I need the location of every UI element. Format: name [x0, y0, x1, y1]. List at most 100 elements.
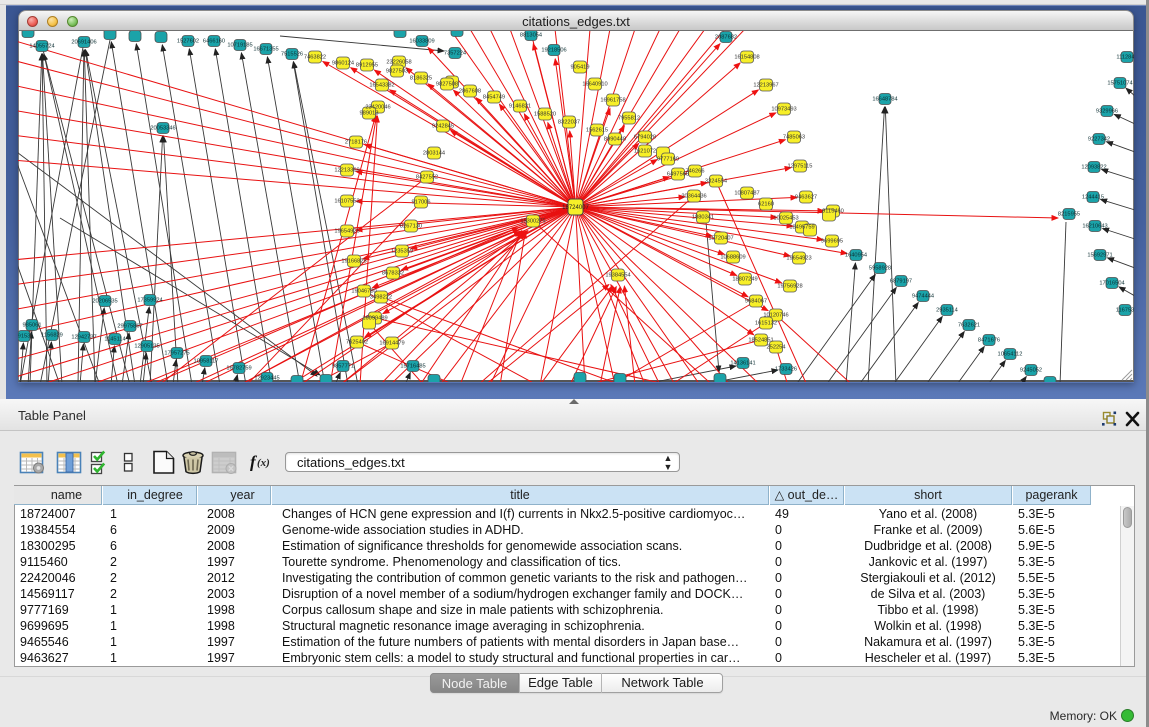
- svg-text:1112843: 1112843: [1116, 55, 1134, 61]
- svg-text:29975867: 29975867: [117, 324, 142, 330]
- svg-text:9699695: 9699695: [821, 239, 843, 245]
- svg-text:2803144: 2803144: [423, 151, 445, 157]
- svg-text:16099489: 16099489: [362, 316, 387, 322]
- svg-text:9227342: 9227342: [1088, 137, 1110, 143]
- svg-text:9857771: 9857771: [332, 364, 354, 370]
- svg-text:9463627: 9463627: [795, 195, 817, 201]
- svg-text:19218506: 19218506: [541, 48, 566, 54]
- svg-text:2087682: 2087682: [715, 35, 737, 41]
- svg-text:17957275: 17957275: [164, 351, 189, 357]
- svg-text:7955812: 7955812: [618, 116, 640, 122]
- svg-text:5958928: 5958928: [869, 266, 891, 272]
- svg-text:8322037: 8322037: [558, 120, 580, 126]
- svg-text:7485063: 7485063: [783, 135, 805, 141]
- svg-text:9245052: 9245052: [1020, 368, 1042, 374]
- svg-text:20364436: 20364436: [681, 194, 706, 200]
- svg-text:16107552: 16107552: [334, 199, 359, 205]
- svg-text:16914479: 16914479: [379, 341, 404, 347]
- svg-text:905419: 905419: [571, 65, 590, 71]
- svg-text:8454749: 8454749: [483, 95, 505, 101]
- svg-text:12213967: 12213967: [753, 83, 778, 89]
- svg-text:12975115: 12975115: [788, 164, 813, 170]
- svg-text:18495759: 18495759: [789, 225, 814, 231]
- svg-text:9777169: 9777169: [657, 157, 679, 163]
- svg-text:8267130: 8267130: [400, 224, 422, 230]
- svg-text:1562615: 1562615: [586, 128, 608, 134]
- svg-text:2718176: 2718176: [345, 140, 367, 146]
- svg-text:252254: 252254: [767, 345, 786, 351]
- svg-text:12093822: 12093822: [1081, 165, 1106, 171]
- svg-text:1156829: 1156829: [41, 333, 63, 339]
- svg-text:12923445: 12923445: [254, 376, 279, 382]
- svg-text:10120746: 10120746: [763, 313, 788, 319]
- svg-text:1621072: 1621072: [634, 149, 656, 155]
- svg-text:8912955: 8912955: [356, 63, 378, 69]
- svg-text:10688609: 10688609: [720, 255, 745, 261]
- svg-text:12942737: 12942737: [71, 335, 96, 341]
- svg-text:8471676: 8471676: [978, 338, 1000, 344]
- svg-text:15716485: 15716485: [400, 364, 425, 370]
- svg-text:17016504: 17016504: [1099, 281, 1124, 287]
- svg-text:19384554: 19384554: [605, 273, 630, 279]
- svg-text:16543382: 16543382: [369, 83, 394, 89]
- svg-text:116753: 116753: [1116, 308, 1134, 314]
- svg-text:7625402: 7625402: [346, 340, 368, 346]
- svg-text:19654925: 19654925: [334, 229, 359, 235]
- svg-text:16782759: 16782759: [226, 366, 251, 372]
- svg-text:9242845: 9242845: [432, 124, 454, 130]
- svg-text:9827503: 9827503: [386, 69, 408, 75]
- svg-text:20206535: 20206535: [92, 299, 117, 305]
- svg-text:20053346: 20053346: [150, 126, 175, 132]
- svg-text:985061: 985061: [23, 323, 42, 329]
- svg-text:9684067: 9684067: [745, 299, 767, 305]
- svg-text:1244415: 1244415: [1082, 195, 1104, 201]
- svg-text:20691406: 20691406: [71, 40, 96, 46]
- svg-text:14055724: 14055724: [29, 44, 54, 50]
- svg-text:16648784: 16648784: [872, 97, 897, 103]
- svg-text:9146821: 9146821: [509, 104, 531, 110]
- svg-text:62160: 62160: [758, 202, 774, 208]
- svg-text:15300275: 15300275: [520, 219, 545, 225]
- svg-text:16033809: 16033809: [409, 39, 434, 45]
- svg-text:2935114: 2935114: [936, 308, 958, 314]
- svg-text:8427552: 8427552: [416, 175, 438, 181]
- svg-text:1615132: 1615132: [755, 321, 777, 327]
- svg-text:1527602: 1527602: [177, 39, 199, 45]
- svg-text:10719185: 10719185: [227, 43, 252, 49]
- svg-text:10958117: 10958117: [194, 359, 219, 365]
- svg-text:1145114: 1145114: [104, 337, 125, 343]
- svg-text:19166825: 19166825: [341, 259, 366, 265]
- svg-text:8678332: 8678332: [382, 271, 404, 277]
- svg-text:746266: 746266: [686, 169, 705, 175]
- svg-text:15692971: 15692971: [1087, 253, 1112, 259]
- svg-text:16640910: 16640910: [582, 82, 607, 88]
- svg-text:2867608: 2867608: [459, 89, 481, 95]
- svg-text:12213369: 12213369: [334, 168, 359, 174]
- svg-text:8186325: 8186325: [410, 76, 432, 82]
- svg-text:7463822: 7463822: [304, 55, 326, 61]
- svg-text:10807487: 10807487: [734, 191, 759, 197]
- svg-text:3324554: 3324554: [705, 179, 727, 185]
- svg-text:15751074: 15751074: [1107, 81, 1132, 87]
- svg-text:18807249: 18807249: [732, 277, 757, 283]
- svg-text:3498222: 3498222: [370, 295, 392, 301]
- svg-text:16210643: 16210643: [1082, 224, 1107, 230]
- svg-text:7632621: 7632621: [958, 323, 980, 329]
- svg-text:17359924: 17359924: [137, 298, 162, 304]
- svg-text:16154808: 16154808: [734, 55, 759, 61]
- svg-text:19756928: 19756928: [777, 284, 802, 290]
- svg-text:19654923: 19654923: [786, 256, 811, 262]
- svg-text:16961758: 16961758: [600, 98, 625, 104]
- svg-text:10025453: 10025453: [773, 216, 798, 222]
- svg-text:8215955: 8215955: [1058, 212, 1080, 218]
- svg-text:8813054: 8813054: [520, 33, 542, 39]
- svg-text:7357224: 7357224: [444, 51, 466, 57]
- svg-text:18524851: 18524851: [748, 338, 773, 344]
- svg-text:16671355: 16671355: [253, 47, 278, 53]
- svg-text:6879197: 6879197: [890, 279, 912, 285]
- svg-text:9115460: 9115460: [822, 209, 844, 215]
- svg-text:391531: 391531: [18, 334, 33, 340]
- svg-text:(x): (x): [257, 457, 270, 469]
- svg-text:917006: 917006: [412, 200, 431, 206]
- svg-text:10973493: 10973493: [771, 107, 796, 113]
